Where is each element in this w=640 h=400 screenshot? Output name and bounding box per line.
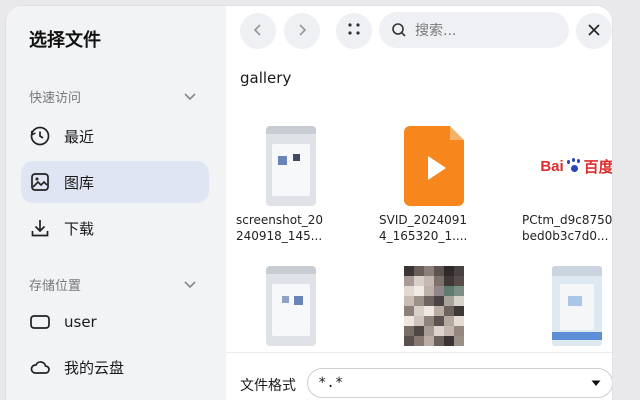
quick-access-label: 快速访问 (29, 90, 82, 106)
storage-label: 存储位置 (29, 278, 82, 294)
sidebar-item-label: 最近 (64, 127, 95, 146)
file-grid: screenshot_20 240918_145... SVID_2024091… (226, 106, 612, 352)
sidebar-item-user[interactable]: user (21, 301, 209, 343)
file-item[interactable]: Bai 百度 PCtm_d9c8750 bed0b3c7d0... (522, 124, 612, 244)
file-thumbnail: Bai 百度 (522, 124, 612, 208)
cloud-icon (29, 356, 51, 378)
file-thumbnail (379, 264, 489, 348)
photo-thumbnail (404, 266, 464, 346)
sidebar-item-recent[interactable]: 最近 (21, 115, 209, 157)
baidu-logo: Bai 百度 (540, 157, 612, 176)
file-name: screenshot_20 240918_145... (236, 213, 324, 243)
file-name: SVID_2024091 4_165320_1.... (379, 213, 468, 243)
quick-access-header[interactable]: 快速访问 (29, 86, 199, 106)
sidebar-item-downloads[interactable]: 下载 (21, 207, 209, 249)
sidebar-item-label: 下载 (64, 219, 95, 238)
close-icon (587, 22, 601, 41)
sidebar-item-label: user (64, 313, 97, 331)
current-folder-name: gallery (240, 69, 292, 87)
chevron-left-icon (251, 22, 265, 41)
video-file-icon (404, 126, 464, 206)
search-placeholder: 搜索... (415, 23, 457, 39)
chevron-down-icon[interactable] (181, 87, 199, 105)
footer-divider (226, 352, 612, 353)
file-format-select[interactable]: *.* (307, 368, 612, 398)
file-item[interactable] (379, 264, 489, 348)
file-thumbnail (522, 264, 612, 348)
sidebar: 选择文件 快速访问 最近 图库 下载 存储位置 user 我的云盘 (6, 6, 226, 400)
drive-icon (29, 311, 51, 333)
file-thumbnail (379, 124, 489, 208)
grid-dots-icon (346, 21, 362, 41)
chevron-right-icon (295, 22, 309, 41)
file-thumbnail (236, 264, 346, 348)
file-thumbnail (236, 124, 346, 208)
file-format-label: 文件格式 (240, 378, 296, 394)
chevron-down-icon[interactable] (181, 275, 199, 293)
view-mode-button[interactable] (336, 13, 372, 49)
image-icon (29, 171, 51, 193)
dialog-title: 选择文件 (29, 30, 101, 51)
search-icon (389, 20, 409, 40)
file-item[interactable] (236, 264, 346, 348)
close-button[interactable] (576, 13, 612, 49)
back-button[interactable] (240, 13, 276, 49)
sidebar-item-label: 我的云盘 (64, 358, 125, 377)
sidebar-item-label: 图库 (64, 173, 95, 192)
forward-button[interactable] (284, 13, 320, 49)
file-item[interactable]: SVID_2024091 4_165320_1.... (379, 124, 489, 244)
clock-icon (29, 125, 51, 147)
file-name: PCtm_d9c8750 bed0b3c7d0... (522, 213, 612, 243)
file-picker-dialog: 选择文件 快速访问 最近 图库 下载 存储位置 user 我的云盘 搜索... … (6, 6, 612, 400)
search-input[interactable]: 搜索... (379, 12, 569, 48)
file-format-value: *.* (318, 375, 344, 391)
main-panel: 搜索... gallery screenshot_20 240918_145..… (226, 6, 612, 400)
caret-down-icon (588, 375, 604, 391)
sidebar-item-cloud[interactable]: 我的云盘 (21, 346, 209, 388)
download-icon (29, 217, 51, 239)
file-item[interactable]: screenshot_20 240918_145... (236, 124, 346, 244)
sidebar-item-gallery[interactable]: 图库 (21, 161, 209, 203)
file-item[interactable] (522, 264, 612, 348)
storage-header[interactable]: 存储位置 (29, 274, 199, 294)
